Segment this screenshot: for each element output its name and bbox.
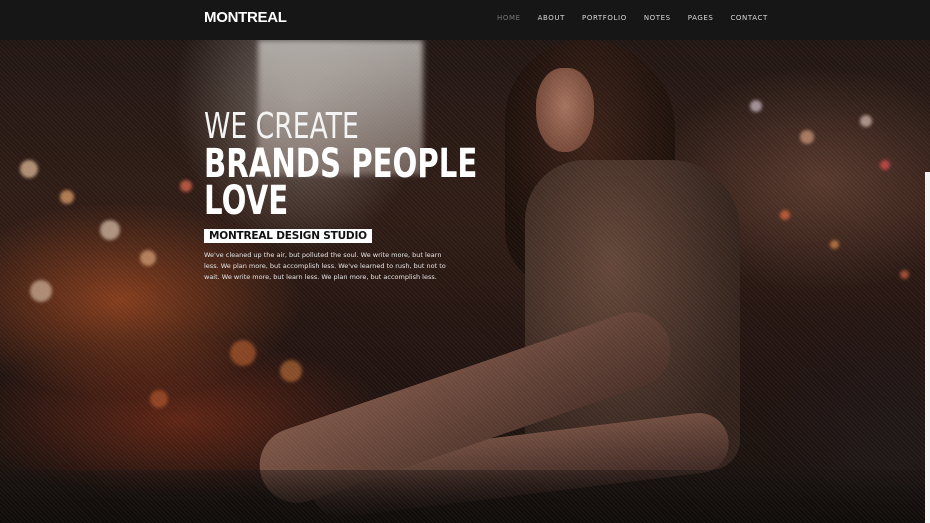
hero-dim-overlay bbox=[0, 40, 930, 523]
nav-notes[interactable]: NOTES bbox=[644, 14, 671, 22]
main-nav: HOME ABOUT PORTFOLIO NOTES PAGES CONTACT bbox=[497, 14, 785, 22]
hero-background-image bbox=[0, 40, 930, 523]
nav-about[interactable]: ABOUT bbox=[538, 14, 565, 22]
nav-pages[interactable]: PAGES bbox=[688, 14, 714, 22]
nav-portfolio[interactable]: PORTFOLIO bbox=[582, 14, 627, 22]
headline-bold-line-2: LOVE bbox=[204, 178, 289, 224]
top-navbar: MONTREAL HOME ABOUT PORTFOLIO NOTES PAGE… bbox=[0, 0, 930, 40]
site-logo[interactable]: MONTREAL bbox=[204, 9, 287, 26]
nav-home[interactable]: HOME bbox=[497, 14, 521, 22]
nav-contact[interactable]: CONTACT bbox=[730, 14, 767, 22]
hero-text-block: WE CREATE BRANDS PEOPLE LOVE MONTREAL DE… bbox=[204, 108, 477, 283]
studio-label: MONTREAL DESIGN STUDIO bbox=[204, 229, 372, 243]
hero-tagline: We've cleaned up the air, but polluted t… bbox=[204, 251, 446, 281]
scrollbar[interactable] bbox=[925, 172, 930, 523]
